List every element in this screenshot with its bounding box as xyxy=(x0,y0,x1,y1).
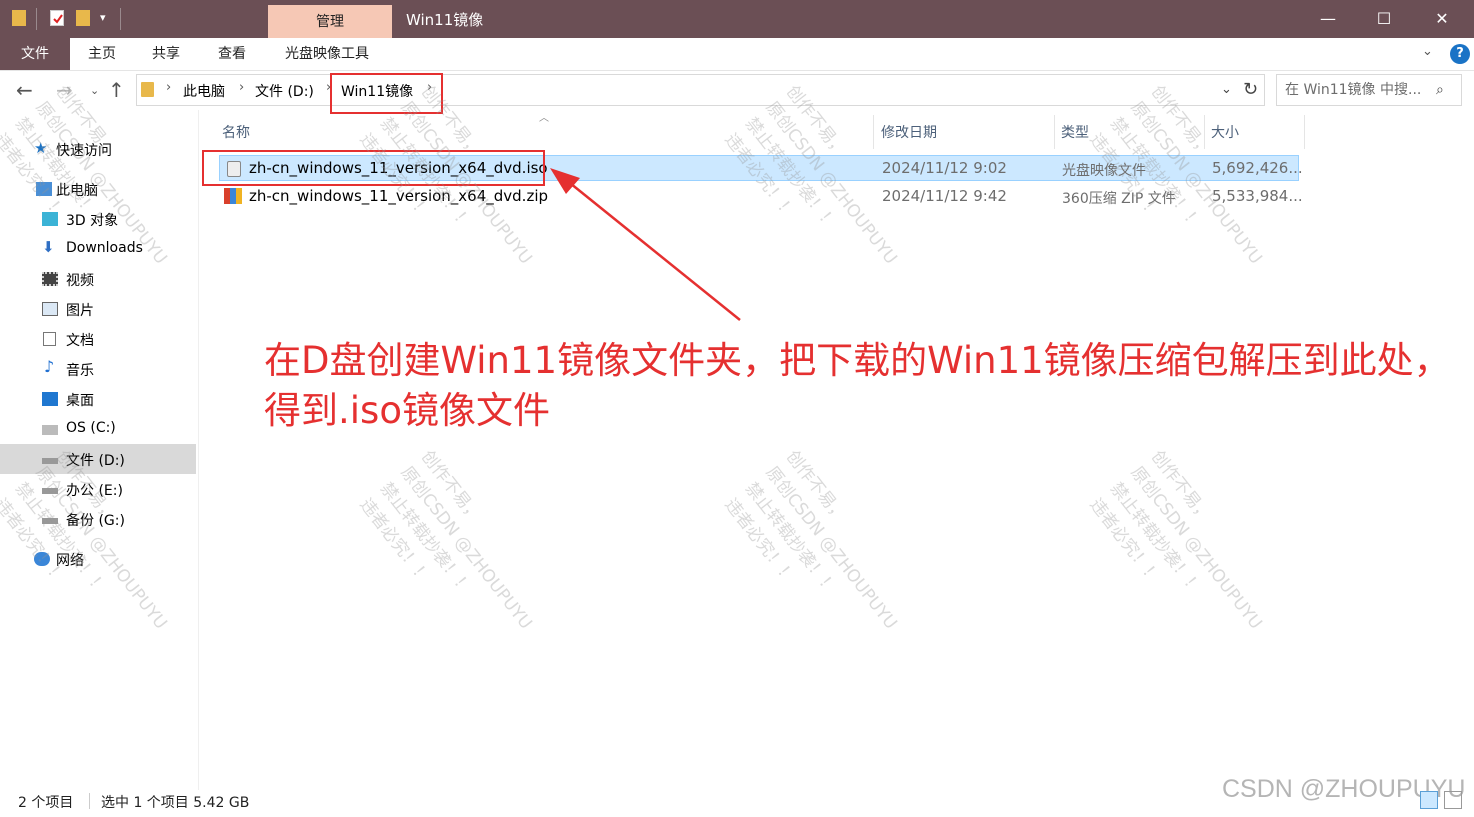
recent-locations-icon[interactable]: ⌄ xyxy=(90,84,99,97)
tab-disc-image-tools[interactable]: 光盘映像工具 xyxy=(285,38,369,70)
separator xyxy=(120,8,121,30)
tab-home[interactable]: 主页 xyxy=(88,38,116,70)
new-folder-icon[interactable] xyxy=(76,10,90,26)
sidebar-divider xyxy=(198,110,199,790)
picture-icon xyxy=(42,302,58,316)
properties-icon[interactable] xyxy=(50,10,64,26)
annotation-line-1: 在D盘创建Win11镜像文件夹，把下载的Win11镜像压缩包解压到此处， xyxy=(264,339,1451,382)
breadcrumb-drive-d[interactable]: 文件 (D:) xyxy=(255,81,314,101)
sidebar-item-documents[interactable]: 文档 xyxy=(0,324,196,354)
refresh-icon[interactable]: ↻ xyxy=(1243,79,1258,100)
sidebar-item-label: 音乐 xyxy=(66,363,94,379)
minimize-button[interactable]: — xyxy=(1300,0,1356,38)
column-header-name[interactable]: 名称 xyxy=(222,122,250,142)
manage-context-tab[interactable]: 管理 xyxy=(268,5,392,38)
sidebar-item-music[interactable]: ♪ 音乐 xyxy=(0,354,196,384)
separator xyxy=(36,8,37,30)
column-divider[interactable] xyxy=(873,115,874,149)
sidebar-item-drive-d[interactable]: 文件 (D:) xyxy=(0,444,196,474)
tab-file[interactable]: 文件 xyxy=(0,38,70,70)
details-view-icon[interactable] xyxy=(1420,791,1438,809)
up-arrow-icon[interactable]: ↑ xyxy=(108,78,125,102)
file-date: 2024/11/12 9:02 xyxy=(882,159,1007,177)
maximize-button[interactable]: ☐ xyxy=(1356,0,1412,38)
help-icon[interactable]: ? xyxy=(1450,44,1470,64)
sidebar-item-label: 图片 xyxy=(66,303,94,319)
film-icon xyxy=(42,272,58,286)
large-icons-view-icon[interactable] xyxy=(1444,791,1462,809)
address-history-dropdown-icon[interactable]: ⌄ xyxy=(1221,82,1232,97)
column-divider[interactable] xyxy=(1054,115,1055,149)
zip-archive-icon xyxy=(224,188,242,204)
sidebar-item-label: 文档 xyxy=(66,333,94,349)
back-arrow-icon[interactable]: ← xyxy=(16,78,33,102)
title-bar xyxy=(0,0,1474,38)
tab-view[interactable]: 查看 xyxy=(218,38,246,70)
window-title: Win11镜像 xyxy=(406,11,484,29)
column-divider[interactable] xyxy=(1304,115,1305,149)
column-header-size[interactable]: 大小 xyxy=(1211,122,1239,142)
annotation-text: 在D盘创建Win11镜像文件夹，把下载的Win11镜像压缩包解压到此处， 得到.… xyxy=(264,336,1454,436)
watermark: 创作不易， 原创CSDN @ZHOUPUYU 禁止转载抄袭！！ 违者必究！！ xyxy=(1085,446,1266,634)
annotation-line-2: 得到.iso镜像文件 xyxy=(264,389,550,432)
status-selection: 选中 1 个项目 5.42 GB xyxy=(101,795,250,811)
expand-ribbon-icon[interactable]: ⌄ xyxy=(1422,44,1433,59)
windows-drive-icon xyxy=(42,425,58,435)
status-divider xyxy=(89,793,90,809)
file-date: 2024/11/12 9:42 xyxy=(882,187,1007,205)
customize-quick-access-icon[interactable]: ▾ xyxy=(100,11,106,24)
sidebar-item-label: OS (C:) xyxy=(66,420,116,436)
desktop-icon xyxy=(42,392,58,406)
search-input[interactable]: 在 Win11镜像 中搜... xyxy=(1276,74,1462,106)
watermark: 创作不易， 原创CSDN @ZHOUPUYU 禁止转载抄袭！！ 违者必究！！ xyxy=(720,446,901,634)
column-header-date[interactable]: 修改日期 xyxy=(881,122,937,142)
tab-share[interactable]: 共享 xyxy=(152,38,180,70)
annotation-arrow xyxy=(550,168,741,321)
breadcrumb-this-pc[interactable]: 此电脑 xyxy=(183,81,225,101)
search-icon[interactable]: ⌕ xyxy=(1436,82,1444,98)
column-header-type[interactable]: 类型 xyxy=(1061,122,1089,142)
close-button[interactable]: ✕ xyxy=(1414,0,1470,38)
chevron-right-icon[interactable]: › xyxy=(166,80,171,95)
sidebar-item-drive-c[interactable]: OS (C:) xyxy=(0,414,196,444)
folder-icon xyxy=(141,82,154,97)
folder-icon xyxy=(12,10,26,26)
sidebar-item-desktop[interactable]: 桌面 xyxy=(0,384,196,414)
sidebar-item-label: 桌面 xyxy=(66,393,94,409)
watermark: 创作不易， 原创CSDN @ZHOUPUYU 禁止转载抄袭！！ 违者必究！！ xyxy=(355,446,536,634)
music-note-icon: ♪ xyxy=(44,357,55,376)
document-icon xyxy=(43,332,56,346)
download-arrow-icon: ⬇ xyxy=(42,238,55,256)
sidebar-item-pictures[interactable]: 图片 xyxy=(0,294,196,324)
chevron-right-icon[interactable]: › xyxy=(239,80,244,95)
status-item-count: 2 个项目 xyxy=(18,795,74,811)
sort-ascending-icon: ︿ xyxy=(539,113,549,124)
